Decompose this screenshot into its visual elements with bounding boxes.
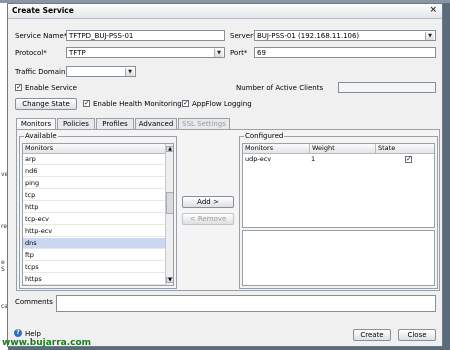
configured-row-state-checkbox[interactable]: ✓ (405, 156, 412, 163)
available-monitor-item[interactable]: dns (23, 238, 165, 249)
health-monitoring-checkbox[interactable]: ✓ (83, 100, 90, 107)
monitors-tab-panel: Available Monitors arp nd6 ping tcp http tcp-… (16, 129, 440, 291)
traffic-domain-select[interactable]: ▼ (66, 66, 136, 77)
active-clients-field (338, 82, 436, 93)
help-icon[interactable]: ? (14, 329, 22, 337)
comments-label: Comments (15, 298, 53, 306)
tab-advanced[interactable]: Advanced (135, 118, 177, 129)
service-name-label: Service Name* (15, 32, 68, 40)
dialog-title: Create Service (12, 6, 74, 15)
configured-row-weight[interactable]: 1 (309, 154, 375, 165)
server-label: Server* (230, 32, 257, 40)
server-value: BUJ-PSS-01 (192.168.11.106) (257, 32, 360, 40)
chevron-down-icon[interactable]: ▼ (214, 49, 223, 57)
close-icon[interactable]: × (429, 5, 437, 15)
port-input[interactable]: 69 (254, 47, 436, 58)
available-monitor-item[interactable]: tcps (23, 262, 165, 273)
configured-header-state[interactable]: State (375, 144, 434, 154)
close-button[interactable]: Close (398, 329, 436, 341)
remove-button: < Remove (182, 213, 234, 225)
create-button[interactable]: Create (353, 329, 391, 341)
comments-input[interactable] (56, 295, 436, 312)
change-state-button[interactable]: Change State (15, 98, 77, 110)
available-monitors-list[interactable]: Monitors arp nd6 ping tcp http tcp-ecv http-ec… (22, 143, 174, 286)
traffic-domain-label: Traffic Domain (15, 68, 66, 76)
configured-header-weight[interactable]: Weight (309, 144, 375, 154)
scroll-up-icon[interactable]: ▲ (166, 146, 173, 152)
available-monitor-item[interactable]: tcp-ecv (23, 214, 165, 225)
appflow-label: AppFlow Logging (192, 100, 252, 108)
available-monitor-item[interactable]: ftp (23, 250, 165, 261)
available-group-label: Available (24, 132, 58, 140)
available-monitor-item[interactable]: http-ecv (23, 226, 165, 237)
available-column-header[interactable]: Monitors (23, 144, 165, 154)
enable-service-checkbox[interactable]: ✓ (15, 84, 22, 91)
add-button[interactable]: Add > (182, 196, 234, 208)
scrollbar-thumb[interactable] (166, 192, 173, 214)
watermark: www.bujarra.com (2, 338, 92, 348)
protocol-label: Protocol* (15, 49, 47, 57)
scroll-down-icon[interactable]: ▼ (166, 277, 173, 283)
server-select[interactable]: BUJ-PSS-01 (192.168.11.106) ▼ (254, 30, 436, 41)
configured-monitors-table[interactable]: Monitors Weight State udp-ecv 1 ✓ (242, 143, 435, 228)
chevron-down-icon[interactable]: ▼ (125, 68, 134, 76)
help-link[interactable]: Help (25, 330, 41, 338)
protocol-select[interactable]: TFTP ▼ (66, 47, 225, 58)
available-monitor-item[interactable]: http (23, 202, 165, 213)
health-monitoring-label: Enable Health Monitoring (93, 100, 182, 108)
available-monitor-item[interactable]: ping (23, 178, 165, 189)
configured-row-monitor[interactable]: udp-ecv (243, 154, 309, 165)
available-monitor-item[interactable]: https (23, 274, 165, 285)
service-name-input[interactable]: TFTPD_BUJ-PSS-01 (66, 30, 225, 41)
enable-service-label: Enable Service (25, 84, 77, 92)
active-clients-label: Number of Active Clients (236, 84, 324, 92)
available-scrollbar[interactable]: ▲ ▼ (165, 144, 173, 285)
create-service-dialog: Create Service × Service Name* TFTPD_BUJ… (7, 3, 443, 347)
protocol-value: TFTP (69, 49, 86, 57)
tab-policies[interactable]: Policies (57, 118, 95, 129)
chevron-down-icon[interactable]: ▼ (425, 32, 434, 40)
dialog-titlebar: Create Service × (8, 4, 442, 19)
port-label: Port* (230, 49, 248, 57)
available-monitor-item[interactable]: tcp (23, 190, 165, 201)
tab-ssl-settings: SSL Settings (178, 118, 230, 129)
configured-group: Configured Monitors Weight State udp-ecv… (239, 132, 438, 289)
available-group: Available Monitors arp nd6 ping tcp http tcp-… (19, 132, 177, 289)
available-monitor-item[interactable]: arp (23, 154, 165, 165)
configured-group-label: Configured (244, 132, 285, 140)
appflow-checkbox[interactable]: ✓ (182, 100, 189, 107)
configured-details-pane (242, 230, 435, 286)
configured-header-monitors[interactable]: Monitors (243, 144, 309, 154)
tab-profiles[interactable]: Profiles (96, 118, 134, 129)
available-monitor-item[interactable]: nd6 (23, 166, 165, 177)
